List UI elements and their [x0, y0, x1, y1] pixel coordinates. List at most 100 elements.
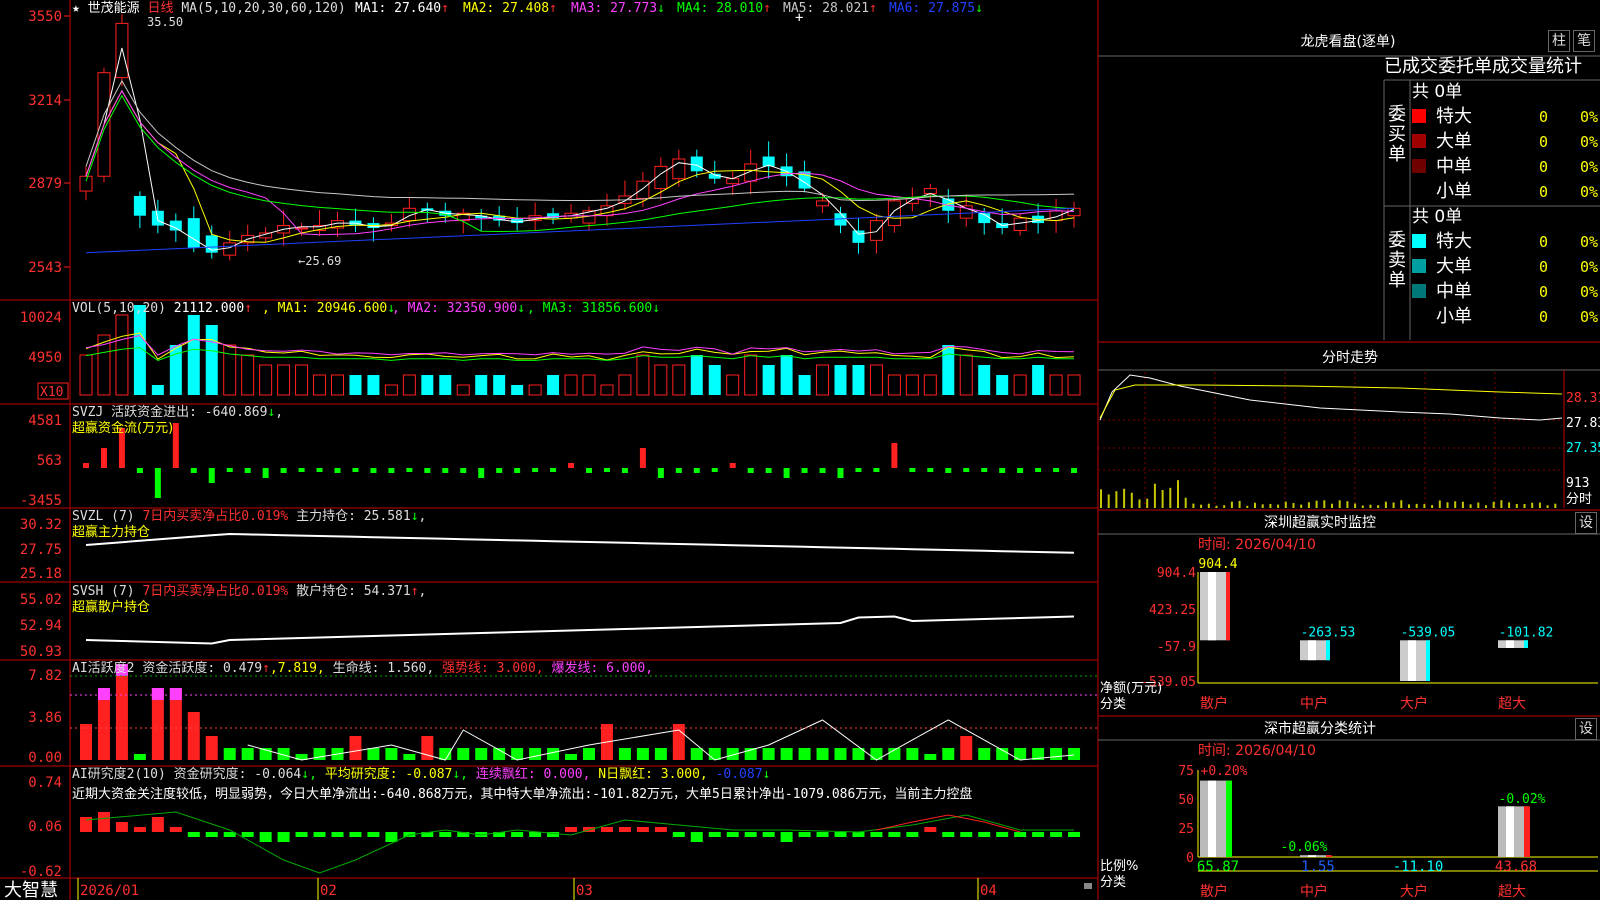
stock-chart-area[interactable]: 355032142879254335.50←25.69+★ 世茂能源 日线 MA…	[0, 0, 1600, 900]
monitor-title: 深圳超赢实时监控	[1264, 514, 1376, 531]
sell-row-name: 特大	[1436, 231, 1472, 252]
research-bar	[618, 827, 631, 832]
research-bar	[816, 832, 829, 837]
monitor-value-label: -101.82	[1499, 625, 1554, 640]
minute-vol-bar	[1346, 501, 1349, 508]
volume-bar	[959, 354, 973, 396]
activity-bar	[367, 748, 380, 760]
activity-bar	[439, 748, 452, 760]
activity-bar	[457, 748, 470, 760]
buy-row-swatch	[1412, 109, 1426, 123]
activity-bar	[205, 736, 218, 760]
y-tick-label: 2879	[28, 176, 62, 192]
buy-row-value: 0	[1539, 183, 1548, 201]
research-bar	[1014, 832, 1027, 837]
buy-row-pct: 0%	[1580, 133, 1598, 151]
monitor-settings-button[interactable]: 设	[1575, 512, 1597, 534]
candle	[636, 180, 650, 199]
minute-vol-bar	[1246, 505, 1249, 508]
research-bar	[906, 832, 919, 837]
volume-bar	[1067, 374, 1081, 396]
kline-header: ★ 世茂能源 日线 MA(5,10,20,30,60,120)	[72, 1, 346, 16]
classify-value-label: 1.55	[1301, 859, 1335, 875]
volume-bar	[439, 375, 452, 395]
bar-mode-button[interactable]: 柱	[1548, 30, 1570, 52]
fund-flow-bar	[136, 468, 143, 473]
activity-bar	[403, 754, 416, 760]
minute-vol-bar	[1515, 503, 1518, 508]
ma-value-6: MA6: 27.875↓	[889, 1, 983, 16]
minute-price-line	[1099, 374, 1563, 421]
fund-flow-bar	[927, 468, 934, 472]
minute-price-label: 27.83	[1566, 416, 1600, 431]
research-bar	[708, 832, 721, 837]
minute-vol-bar	[1331, 503, 1333, 508]
research-bar	[978, 832, 991, 837]
classify-category: 中户	[1300, 883, 1328, 900]
candle	[690, 156, 703, 172]
fund-flow-bar	[514, 468, 521, 473]
research-bar	[331, 832, 344, 837]
research-bar	[654, 827, 667, 832]
classify-value-label: 43.68	[1495, 859, 1537, 875]
vol-ma-value-3: , MA3: 31856.600↓	[527, 301, 660, 316]
monitor-bar-edge	[1426, 640, 1430, 681]
fund-flow-bar	[83, 463, 89, 468]
classify-settings-button[interactable]: 设	[1575, 718, 1597, 740]
research-bar	[888, 832, 901, 837]
volume-bar	[978, 365, 991, 395]
minute-vol-bar	[1546, 505, 1549, 508]
research-bar	[834, 832, 847, 837]
y-tick-label: 0.06	[28, 819, 62, 835]
terminal-screen: 3550 3214 2879 2543 35.50 ←25.69 + ★ 世茂能源 日线 MA…	[0, 0, 1600, 900]
research-bar	[870, 832, 883, 837]
minute-vol-bar	[1392, 502, 1395, 508]
classify-pct-label: -0.06%	[1281, 840, 1328, 855]
y-tick-label: 52.94	[20, 618, 62, 634]
activity-bar	[762, 748, 775, 760]
fund-flow-bar	[190, 468, 197, 473]
volume-bar	[816, 364, 830, 396]
y-tick-label: 3214	[28, 93, 62, 109]
fund-flow-bar	[945, 468, 952, 473]
minute-vol-bar	[1338, 500, 1341, 508]
activity-bar	[834, 748, 847, 760]
y-tick-label: 7.82	[28, 668, 62, 684]
candle	[1013, 217, 1027, 231]
ma-value-4: MA4: 28.010↑	[677, 1, 771, 16]
volume-bar	[636, 354, 650, 396]
minute-vol-bar	[1415, 503, 1418, 508]
buy-row-pct: 0%	[1580, 158, 1598, 176]
ma-value-1: MA1: 27.640↑	[355, 1, 449, 16]
classify-bar-shine	[1308, 855, 1316, 857]
fund-flow-bar	[532, 468, 539, 472]
minute-vol-bar	[1538, 502, 1541, 508]
buy-row-name: 小单	[1436, 181, 1472, 202]
minute-vol-bar	[1100, 489, 1102, 508]
minute-vol-bar	[1161, 489, 1164, 508]
buy-row-value: 0	[1539, 108, 1548, 126]
activity-bar	[133, 754, 146, 760]
monitor-bar-shine	[1308, 640, 1316, 661]
volume-bar	[402, 374, 416, 396]
classify-category: 散户	[1200, 883, 1228, 900]
sell-row-name: 大单	[1436, 256, 1472, 277]
ma-value-5: MA5: 28.021↑	[783, 1, 877, 16]
tick-mode-button[interactable]: 笔	[1573, 30, 1595, 52]
research-bar	[780, 832, 793, 842]
buy-row-value: 0	[1539, 158, 1548, 176]
fund-flow-bar	[981, 468, 988, 472]
volume-bar	[511, 385, 524, 395]
activity-peak	[169, 688, 182, 700]
activity-bar	[960, 736, 973, 760]
buy-row-swatch	[1412, 159, 1426, 173]
sell-row-pct: 0%	[1580, 308, 1598, 326]
activity-bar	[565, 754, 578, 760]
volume-bar	[923, 374, 937, 396]
research-bar	[169, 827, 182, 832]
buy-row-pct: 0%	[1580, 108, 1598, 126]
volume-bar	[205, 325, 218, 395]
svsh-header: SVSH (7) 7日内买卖净占比0.019% 散户持仓: 54.371↑,	[72, 583, 426, 599]
research-bar	[349, 832, 362, 837]
fund-flow-bar	[693, 468, 700, 473]
